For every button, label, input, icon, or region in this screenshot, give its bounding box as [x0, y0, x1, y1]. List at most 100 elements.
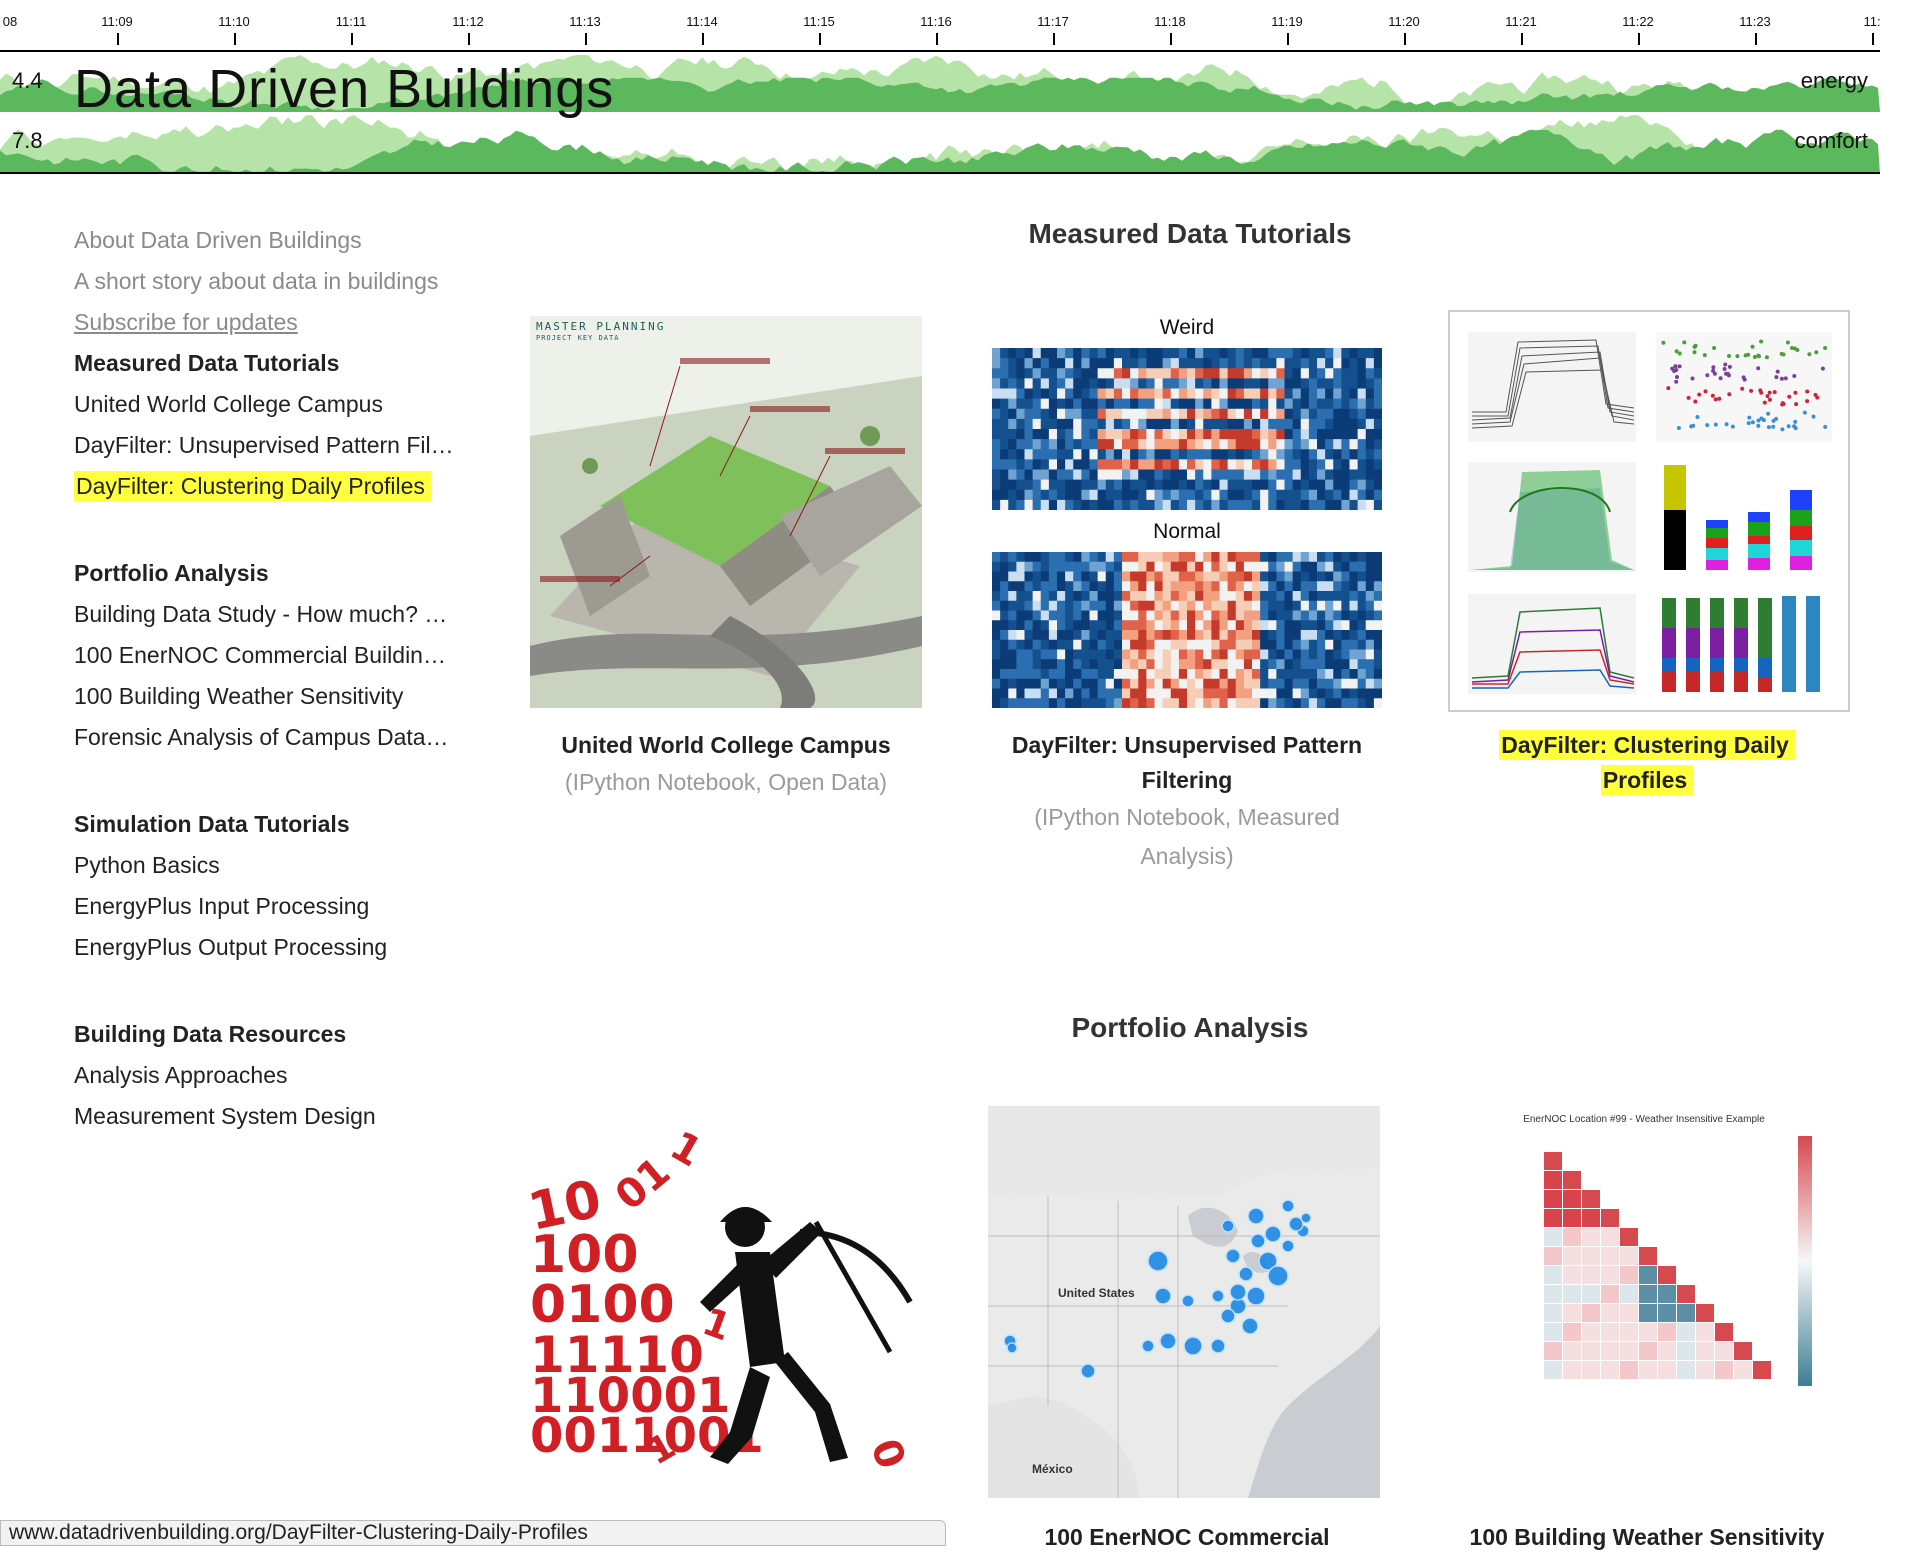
tick-mark [1404, 33, 1406, 45]
status-bar-url: www.datadrivenbuilding.org/DayFilter-Clu… [0, 1520, 946, 1546]
card-subtitle: (IPython Notebook, Open Data) [564, 769, 888, 795]
tick-mark [234, 33, 236, 45]
card-title-line2[interactable]: Filtering [987, 763, 1387, 798]
normal-heatmap-image [992, 552, 1382, 708]
tick-mark [1053, 33, 1055, 45]
sidebar-about-link[interactable]: About Data Driven Buildings [74, 220, 474, 261]
card-subtitle-line1: (IPython Notebook, Measured [1034, 804, 1340, 830]
sidebar-item-dayfilter-clustering[interactable]: DayFilter: Clustering Daily Profiles [74, 466, 474, 507]
tick-label: 11:10 [218, 14, 250, 29]
tick-mark [1521, 33, 1523, 45]
tick-mark [1287, 33, 1289, 45]
thumb-dayfilter-unsupervised[interactable]: Weird Normal [990, 316, 1384, 708]
card-title[interactable]: 100 Building Weather Sensitivity [1447, 1520, 1847, 1555]
card-title[interactable]: United World College Campus [526, 728, 926, 763]
svg-text:1: 1 [697, 1299, 737, 1349]
tick-label: 11:22 [1622, 14, 1654, 29]
sidebar-heading-portfolio[interactable]: Portfolio Analysis [74, 553, 474, 594]
card-title[interactable]: 100 EnerNOC Commercial [987, 1520, 1387, 1555]
sidebar-story-link[interactable]: A short story about data in buildings [74, 261, 474, 302]
card-title-line2[interactable]: Profiles [1447, 763, 1847, 798]
master-planning-caption: MASTER PLANNING [536, 320, 666, 333]
tick-label: 11:18 [1154, 14, 1186, 29]
sidebar-item-measurement-design[interactable]: Measurement System Design [74, 1096, 474, 1137]
card-weather-sensitivity[interactable]: 100 Building Weather Sensitivity [1447, 1520, 1847, 1555]
card-subtitle-line2: Analysis) [1140, 843, 1234, 869]
energy-value: 4.4 [12, 68, 43, 93]
tick-label: 11:20 [1388, 14, 1420, 29]
tick-mark [702, 33, 704, 45]
tick-label: 11:23 [1739, 14, 1771, 29]
card-title-highlight: DayFilter: Clustering Daily [1499, 730, 1795, 760]
tick-label: 11:14 [686, 14, 718, 29]
sidebar-heading-resources[interactable]: Building Data Resources [74, 1014, 474, 1055]
sidebar-item-weather-sensitivity[interactable]: 100 Building Weather Sensitivity [74, 676, 474, 717]
tick-mark [351, 33, 353, 45]
campus-rendering-image [530, 316, 922, 708]
tick-mark [1170, 33, 1172, 45]
sidebar-heading-simulation[interactable]: Simulation Data Tutorials [74, 804, 474, 845]
correlation-heatmap-image [1544, 1136, 1812, 1386]
card-dayfilter-clustering[interactable]: DayFilter: Clustering Daily Profiles [1447, 728, 1847, 798]
card-dayfilter-unsupervised[interactable]: DayFilter: Unsupervised Pattern Filterin… [987, 728, 1387, 876]
tick-mark [585, 33, 587, 45]
section-title-measured: Measured Data Tutorials [1028, 218, 1352, 249]
sidebar-item-eplus-output[interactable]: EnergyPlus Output Processing [74, 927, 474, 968]
sidebar-item-python-basics[interactable]: Python Basics [74, 845, 474, 886]
section-title-portfolio: Portfolio Analysis [1071, 1012, 1309, 1043]
sidebar-heading-measured[interactable]: Measured Data Tutorials [74, 343, 474, 384]
svg-text:1: 1 [662, 1123, 709, 1177]
thumb-building-data-study[interactable]: 10 100 0100 11110 110001 0011001 1 01 1 … [530, 1112, 926, 1508]
tick-mark [1872, 33, 1874, 45]
sidebar-item-enernoc[interactable]: 100 EnerNOC Commercial Buildin… [74, 635, 474, 676]
sidebar-item-analysis-approaches[interactable]: Analysis Approaches [74, 1055, 474, 1096]
thumb-weather-sensitivity[interactable]: EnerNOC Location #99 - Weather Insensiti… [1448, 1112, 1840, 1504]
tick-label: 11:15 [803, 14, 835, 29]
sidebar-item-label: DayFilter: Clustering Daily Profiles [74, 471, 431, 501]
sidebar-subscribe-link[interactable]: Subscribe for updates [74, 302, 474, 343]
tick-mark [1638, 33, 1640, 45]
comfort-value: 7.8 [12, 128, 43, 153]
tick-label: 11:09 [101, 14, 133, 29]
thumb-dayfilter-clustering[interactable] [1448, 310, 1850, 712]
tick-label: 08 [2, 14, 18, 29]
normal-label: Normal [1153, 520, 1221, 543]
tick-label: 11:12 [452, 14, 484, 29]
card-enernoc[interactable]: 100 EnerNOC Commercial [987, 1520, 1387, 1555]
tick-mark [936, 33, 938, 45]
card-title-highlight: Profiles [1600, 765, 1694, 795]
site-title[interactable]: Data Driven Buildings [74, 58, 614, 120]
energy-label: energy [1800, 68, 1868, 93]
thumb-enernoc-map[interactable]: United States México [988, 1106, 1380, 1498]
tick-mark [1755, 33, 1757, 45]
tick-label: 11:19 [1271, 14, 1303, 29]
weird-label: Weird [1159, 316, 1215, 339]
weird-heatmap-image [992, 348, 1382, 510]
tick-mark [819, 33, 821, 45]
card-title-line1[interactable]: DayFilter: Clustering Daily [1447, 728, 1847, 763]
tick-label: 11:11 [335, 14, 367, 29]
tick-label: 11:17 [1037, 14, 1069, 29]
sidebar-item-eplus-input[interactable]: EnergyPlus Input Processing [74, 886, 474, 927]
sidebar-item-forensic-analysis[interactable]: Forensic Analysis of Campus Data… [74, 717, 474, 758]
sidebar-item-building-data-study[interactable]: Building Data Study - How much? … [74, 594, 474, 635]
sidebar-item-uwc-campus[interactable]: United World College Campus [74, 384, 474, 425]
sidebar-nav: About Data Driven Buildings A short stor… [74, 220, 474, 1137]
map-mexico-label: México [1032, 1462, 1073, 1476]
cluster-plots-image [1468, 332, 1832, 694]
thumb-uwc-campus[interactable]: MASTER PLANNING PROJECT KEY DATA [530, 316, 922, 708]
card-title-line1[interactable]: DayFilter: Unsupervised Pattern [987, 728, 1387, 763]
tick-label: 11:13 [569, 14, 601, 29]
tick-mark [468, 33, 470, 45]
header-divider [0, 172, 1880, 174]
tick-label: 11:16 [920, 14, 952, 29]
sidebar-item-dayfilter-unsupervised[interactable]: DayFilter: Unsupervised Pattern Fil… [74, 425, 474, 466]
comfort-label: comfort [1794, 128, 1868, 153]
tick-label: 11:21 [1505, 14, 1537, 29]
data-mining-pictogram: 10 100 0100 11110 110001 0011001 1 01 1 … [530, 1123, 914, 1475]
svg-text:0: 0 [861, 1433, 914, 1475]
timeline-axis: 08 11:09 11:10 11:11 11:12 11:13 11:14 11:15 11:… [0, 0, 1881, 52]
tick-label: 11: [1863, 14, 1881, 29]
card-uwc-campus[interactable]: United World College Campus (IPython Not… [526, 728, 926, 802]
map-country-label: United States [1058, 1286, 1135, 1300]
